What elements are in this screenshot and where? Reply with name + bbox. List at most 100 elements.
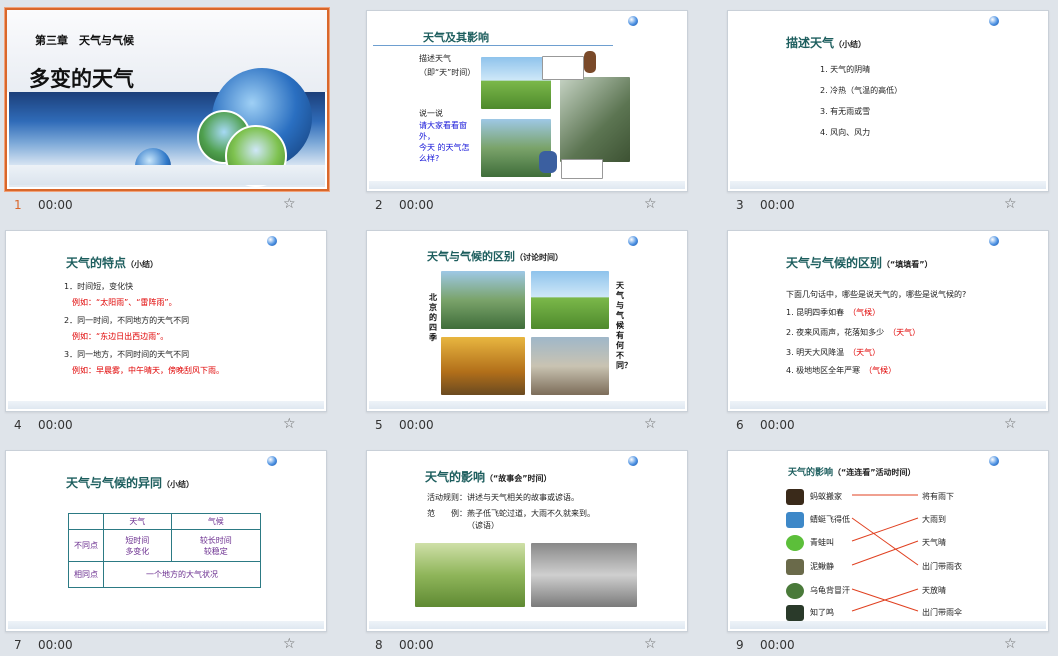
slide9-right-2: 大雨到 (922, 515, 946, 524)
slide4-line-3: 3．同一地方，不同时间的天气不同 (64, 350, 190, 359)
globe-icon (628, 16, 638, 26)
weather-diff-b: 多变化 (125, 546, 150, 556)
slide2-say-l2: 外， (419, 132, 435, 141)
slide4-line-1: 1．时间短，变化快 (64, 282, 134, 291)
slide-thumbnail-8[interactable]: 天气的影响（“故事会”时间） 活动规则：讲述与天气相关的故事或谚语。 范 例：燕… (366, 450, 688, 632)
slide4-example-3: 例如：早晨雾，中午晴天，傍晚刮风下雨。 (72, 366, 224, 375)
slide9-right-3: 天气晴 (922, 538, 946, 547)
sunny-field-image (481, 57, 551, 109)
slide8-example-text: 燕子低飞蛇过道，大雨不久就来到。 (467, 509, 595, 518)
slide-thumbnail-7[interactable]: 天气与气候的异同（小结） 天气 气候 不同点 短时间 多变化 较长时间 较稳定 相同… (5, 450, 327, 632)
slide6-item-3-answer: （天气） (852, 348, 881, 357)
table-header-climate: 气候 (170, 513, 262, 530)
slide6-item-4: 4. 极地地区全年严寒 （气候） (786, 365, 896, 376)
slide9-left-6: 知了鸣 (810, 608, 834, 617)
slide-thumbnail-3[interactable]: 描述天气（小结） 1. 天气的阴晴 2. 冷热（气温的高低） 3. 有无雨或雪 … (727, 10, 1049, 192)
slide2-header-line (373, 45, 613, 46)
slide-thumbnail-2[interactable]: 天气及其影响 描述天气 （即“天”时间） 说一说 请大家看看窗 外， 今天 的天… (366, 10, 688, 192)
slide6-title: 天气与气候的区别（“填填看”） (786, 254, 933, 271)
slide-number-1: 1 (14, 198, 22, 212)
slide-thumbnail-1[interactable]: 第三章 天气与气候 多变的天气 (5, 8, 329, 191)
slide3-item-3: 3. 有无雨或雪 (820, 107, 871, 116)
slide6-item-1-text: 1. 昆明四季如春 (786, 308, 845, 317)
slide3-title-sub: （小结） (834, 40, 867, 49)
slide8-rule: 活动规则：讲述与天气相关的故事或谚语。 (427, 493, 579, 502)
person-bottom-image (539, 151, 557, 173)
slide-thumbnail-9[interactable]: 天气的影响（“连连看”活动时间） 蚂蚁搬家 蜻蜓飞得低 青蛙叫 泥鳅静 乌龟背冒… (727, 450, 1049, 632)
slide5-title: 天气与气候的区别（讨论时间） (427, 248, 563, 264)
slide9-left-3: 青蛙叫 (810, 538, 834, 547)
loach-icon (786, 559, 804, 575)
slide6-item-3-text: 3. 明天大风降温 (786, 348, 845, 357)
star-icon[interactable]: ☆ (283, 196, 296, 212)
table-cell-same: 一个地方的大气状况 (103, 561, 261, 588)
slide3-item-2: 2. 冷热（气温的高低） (820, 86, 903, 95)
storm-palms-image (560, 77, 630, 162)
slide-time-2: 00:00 (399, 198, 434, 212)
frog-icon (786, 535, 804, 551)
slide6-item-1: 1. 昆明四季如春 （气候） (786, 307, 880, 318)
globe-icon (267, 456, 277, 466)
slide1-title: 多变的天气 (29, 67, 134, 91)
table-row-same: 相同点 (68, 561, 104, 588)
slide4-title: 天气的特点（小结） (66, 254, 158, 271)
table-cell-climate-diff: 较长时间 较稳定 (170, 529, 262, 562)
slide4-line-2: 2．同一时间，不同地方的天气不同 (64, 316, 190, 325)
spring-image (441, 271, 525, 329)
slide8-title-text: 天气的影响 (425, 470, 486, 484)
table-header-weather: 天气 (103, 513, 172, 530)
slide4-title-text: 天气的特点 (66, 256, 127, 270)
table-row-diff: 不同点 (68, 529, 104, 562)
slide-time-6: 00:00 (760, 418, 795, 432)
slide8-title-sub: （“故事会”时间） (485, 474, 552, 483)
slide-number-3: 3 (736, 198, 744, 212)
slide-number-9: 9 (736, 638, 744, 652)
swallow-grass-image (415, 543, 525, 607)
slide3-title-text: 描述天气 (786, 36, 835, 50)
slide-number-8: 8 (375, 638, 383, 652)
slide2-title: 天气及其影响 (423, 31, 489, 44)
star-icon[interactable]: ☆ (283, 636, 296, 652)
star-icon[interactable]: ☆ (644, 416, 657, 432)
slide-thumbnail-5[interactable]: 天气与气候的区别（讨论时间） 北京的四季 天气与气候有何不同？ (366, 230, 688, 412)
table-cell-weather-diff: 短时间 多变化 (103, 529, 172, 562)
comparison-table: 天气 气候 不同点 短时间 多变化 较长时间 较稳定 相同点 一个地方的大气状况 (68, 513, 262, 588)
slide-thumbnail-4[interactable]: 天气的特点（小结） 1．时间短，变化快 例如：“太阳雨”、“雷阵雨”。 2．同一… (5, 230, 327, 412)
slide9-right-6: 出门带雨伞 (922, 608, 962, 617)
slide4-example-1: 例如：“太阳雨”、“雷阵雨”。 (72, 298, 177, 307)
slide1-bottom-band (9, 165, 325, 185)
star-icon[interactable]: ☆ (644, 196, 657, 212)
slide6-title-text: 天气与气候的区别 (786, 256, 883, 270)
slide6-item-2-answer: （天气） (892, 328, 921, 337)
slide-number-4: 4 (14, 418, 22, 432)
slide2-left-label1: 描述天气 (419, 54, 451, 63)
slide9-left-1: 蚂蚁搬家 (810, 492, 842, 501)
star-icon[interactable]: ☆ (283, 416, 296, 432)
slide6-title-sub: （“填填看”） (882, 260, 933, 269)
slide8-example: 范 例：燕子低飞蛇过道，大雨不久就来到。 (427, 508, 595, 519)
climate-diff-a: 较长时间 (199, 535, 232, 545)
star-icon[interactable]: ☆ (1004, 416, 1017, 432)
slide9-right-1: 将有雨下 (922, 492, 954, 501)
matching-lines (851, 494, 919, 612)
globe-icon (989, 16, 999, 26)
person-top-image (584, 51, 596, 73)
slide4-title-sub: （小结） (126, 260, 159, 269)
slide6-item-4-answer: （气候） (868, 366, 897, 375)
slide-number-2: 2 (375, 198, 383, 212)
star-icon[interactable]: ☆ (644, 636, 657, 652)
slide5-right-vertical: 天气与气候有何不同？ (616, 281, 632, 370)
weather-diff-a: 短时间 (125, 535, 150, 545)
slide5-title-text: 天气与气候的区别 (427, 250, 515, 263)
speech-bubble-top (542, 56, 584, 80)
slide5-title-sub: （讨论时间） (515, 253, 563, 262)
star-icon[interactable]: ☆ (1004, 196, 1017, 212)
slide-number-7: 7 (14, 638, 22, 652)
star-icon[interactable]: ☆ (1004, 636, 1017, 652)
slide-thumbnail-6[interactable]: 天气与气候的区别（“填填看”） 下面几句话中，哪些是说天气的，哪些是说气候的? … (727, 230, 1049, 412)
turtle-icon (786, 583, 804, 599)
slide-time-7: 00:00 (38, 638, 73, 652)
slide2-left-label2: （即“天”时间） (419, 68, 476, 77)
slide9-right-5: 天放晴 (922, 586, 946, 595)
slide8-title: 天气的影响（“故事会”时间） (425, 468, 552, 485)
